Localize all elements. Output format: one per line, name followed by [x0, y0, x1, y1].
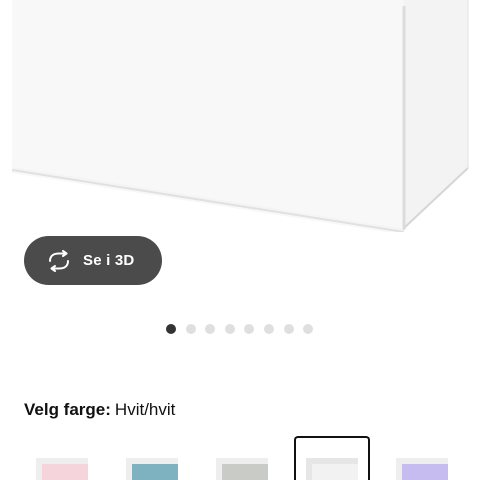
swatch-thumbnail: [36, 458, 88, 480]
carousel-dot[interactable]: [263, 324, 274, 334]
color-key: Velg farge:: [24, 400, 111, 419]
product-image[interactable]: [0, 0, 480, 232]
swatch-thumbnail: [216, 458, 268, 480]
product-page: Se i 3D Velg farge: Hvit/hvit: [0, 0, 480, 480]
swatch-thumbnail: [306, 458, 358, 480]
color-swatch-white-pink[interactable]: [24, 436, 100, 480]
color-value: Hvit/hvit: [114, 400, 176, 419]
rotate-3d-icon: [49, 249, 69, 272]
carousel-dot[interactable]: [185, 324, 196, 334]
color-swatch-white-turquoise[interactable]: [114, 436, 190, 480]
carousel-dot[interactable]: [205, 324, 216, 334]
carousel-dot[interactable]: [244, 324, 255, 334]
carousel-dot[interactable]: [224, 324, 235, 334]
carousel-dot[interactable]: [283, 324, 294, 334]
color-selection-label: Velg farge: Hvit/hvit: [24, 400, 175, 420]
carousel-dot[interactable]: [166, 324, 176, 334]
color-swatch-white-white[interactable]: [294, 436, 370, 480]
carousel-dot[interactable]: [303, 324, 314, 334]
swatch-thumbnail: [396, 458, 448, 480]
color-swatch-white-lilac[interactable]: [384, 436, 460, 480]
swatch-thumbnail: [126, 458, 178, 480]
carousel-indicator: [166, 324, 323, 334]
view-in-3d-button[interactable]: Se i 3D: [24, 236, 162, 285]
view-in-3d-label: Se i 3D: [83, 252, 135, 269]
color-swatch-white-grey[interactable]: [204, 436, 280, 480]
